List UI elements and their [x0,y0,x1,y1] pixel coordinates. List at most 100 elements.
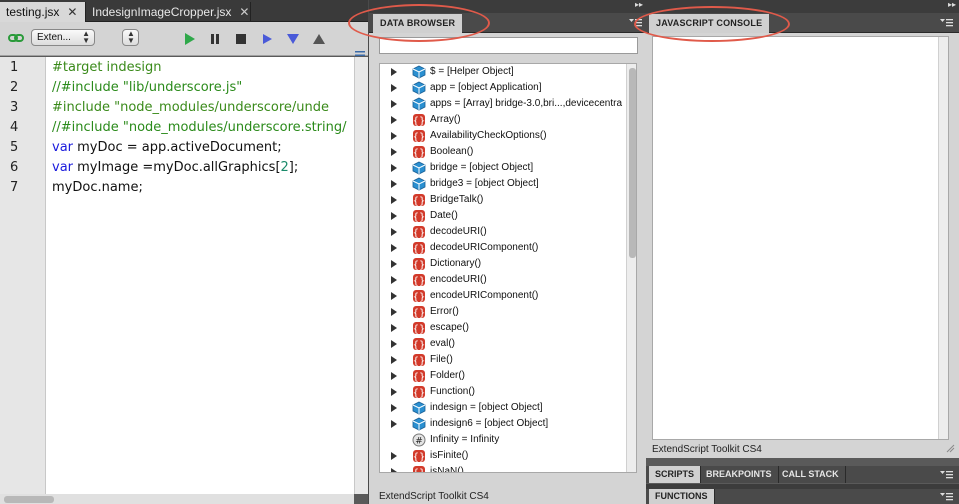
console-scrollbar[interactable] [938,37,948,439]
expand-arrow-icon[interactable] [391,212,397,220]
keyword: var [52,140,74,155]
expand-arrow-icon[interactable] [391,100,397,108]
panel-menu-icon[interactable] [940,491,954,502]
link-icon[interactable] [8,32,24,44]
expand-arrow-icon[interactable] [391,388,397,396]
step-out-button[interactable] [312,32,326,46]
data-browser-scrollbar[interactable] [626,64,636,472]
data-browser-item[interactable]: {} Function() [380,384,625,400]
expand-arrow-icon[interactable] [391,228,397,236]
data-browser-item[interactable]: $ = [Helper Object] [380,64,625,80]
data-browser-item[interactable]: {} escape() [380,320,625,336]
expand-arrow-icon[interactable] [391,356,397,364]
close-tab-icon[interactable]: ✕ [239,2,249,22]
resize-grip-icon[interactable] [945,443,955,453]
data-browser-item-label: encodeURI() [430,274,487,285]
tab-indesign-image-cropper[interactable]: IndesignImageCropper.jsx ✕ [86,2,251,22]
expand-arrow-icon[interactable] [391,180,397,188]
data-browser-item[interactable]: {} Dictionary() [380,256,625,272]
stop-button[interactable] [234,32,248,46]
tab-data-browser[interactable]: DATA BROWSER [373,14,463,33]
panel-menu-icon[interactable] [940,17,954,28]
expand-arrow-icon[interactable] [391,148,397,156]
tab-breakpoints[interactable]: BREAKPOINTS [700,466,779,483]
expand-arrow-icon[interactable] [391,196,397,204]
data-browser-item-label: Function() [430,386,476,397]
panel-menu-icon[interactable] [940,469,954,480]
data-browser-item[interactable]: {} isNaN() [380,464,625,472]
tab-call-stack[interactable]: CALL STACK [776,466,846,483]
data-browser-item[interactable]: {} encodeURI() [380,272,625,288]
data-browser-item[interactable]: {} File() [380,352,625,368]
panel-menu-icon[interactable] [629,17,643,28]
scrollbar-thumb[interactable] [629,68,636,258]
javascript-console-input[interactable] [652,36,949,440]
expand-arrow-icon[interactable] [391,340,397,348]
expand-arrow-icon[interactable] [391,84,397,92]
data-browser-item[interactable]: {} Folder() [380,368,625,384]
javascript-console-footer: ExtendScript Toolkit CS4 [652,444,762,455]
data-browser-search-input[interactable] [379,37,638,54]
expand-arrow-icon[interactable] [391,132,397,140]
data-browser-item[interactable]: app = [object Application] [380,80,625,96]
data-browser-item[interactable]: # Infinity = Infinity [380,432,625,448]
panel-collapse-strip: ▸▸ [646,0,959,13]
target-application-select[interactable]: Exten... ▲ ▼ [31,29,95,46]
code-line: var myImage =myDoc.allGraphics[2]; [52,160,298,175]
expand-arrow-icon[interactable] [391,68,397,76]
data-browser-item[interactable]: {} eval() [380,336,625,352]
scrollbar-thumb[interactable] [4,496,54,503]
expand-arrow-icon[interactable] [391,260,397,268]
data-browser-item[interactable]: {} decodeURI() [380,224,625,240]
function-icon: {} [413,450,425,463]
svg-text:{}: {} [413,228,426,239]
expand-arrow-icon[interactable] [391,324,397,332]
expand-arrow-icon[interactable] [391,292,397,300]
expand-arrow-icon[interactable] [391,420,397,428]
tab-scripts[interactable]: SCRIPTS [649,466,702,483]
data-browser-item[interactable]: bridge3 = [object Object] [380,176,625,192]
function-icon: {} [413,338,425,351]
expand-arrow-icon[interactable] [391,116,397,124]
editor-vertical-scrollbar[interactable] [354,57,368,494]
data-browser-item[interactable]: indesign6 = [object Object] [380,416,625,432]
data-browser-item[interactable]: {} Array() [380,112,625,128]
data-browser-item[interactable]: {} Boolean() [380,144,625,160]
collapse-arrows-icon[interactable]: ▸▸ [635,0,643,9]
pause-button[interactable] [208,32,222,46]
expand-arrow-icon[interactable] [391,468,397,472]
tab-testing-jsx[interactable]: testing.jsx ✕ [0,2,86,22]
data-browser-item[interactable]: {} Date() [380,208,625,224]
expand-arrow-icon[interactable] [391,404,397,412]
data-browser-item[interactable]: {} Error() [380,304,625,320]
data-browser-item-label: bridge = [object Object] [430,162,534,173]
data-browser-item[interactable]: {} isFinite() [380,448,625,464]
run-button[interactable] [182,32,196,46]
engine-select[interactable]: ▲ ▼ [122,29,139,46]
function-icon: {} [413,114,425,127]
tab-javascript-console[interactable]: JAVASCRIPT CONSOLE [649,14,770,33]
close-tab-icon[interactable]: ✕ [67,2,77,22]
data-browser-item[interactable]: apps = [Array] bridge-3.0,bri...,devicec… [380,96,625,112]
expand-arrow-icon[interactable] [391,308,397,316]
expand-arrow-icon[interactable] [391,244,397,252]
data-browser-item[interactable]: {} encodeURIComponent() [380,288,625,304]
expand-arrow-icon[interactable] [391,164,397,172]
collapse-arrows-icon[interactable]: ▸▸ [948,0,956,9]
data-browser-item[interactable]: bridge = [object Object] [380,160,625,176]
editor-horizontal-scrollbar[interactable] [0,494,354,504]
data-browser-item[interactable]: {} decodeURIComponent() [380,240,625,256]
expand-arrow-icon[interactable] [391,452,397,460]
step-into-button[interactable] [286,32,300,46]
data-browser-item[interactable]: {} AvailabilityCheckOptions() [380,128,625,144]
data-browser-item[interactable]: {} BridgeTalk() [380,192,625,208]
data-browser-item[interactable]: indesign = [object Object] [380,400,625,416]
step-over-button[interactable] [260,32,274,46]
code-editor[interactable]: #target indesign //#include "lib/undersc… [46,57,354,494]
tab-functions[interactable]: FUNCTIONS [649,489,715,504]
data-browser-list[interactable]: $ = [Helper Object] app = [object Applica… [379,63,637,473]
expand-arrow-icon[interactable] [391,372,397,380]
expand-arrow-icon[interactable] [391,276,397,284]
function-icon: {} [413,226,426,239]
data-browser-item-label: apps = [Array] bridge-3.0,bri...,devicec… [430,98,623,109]
